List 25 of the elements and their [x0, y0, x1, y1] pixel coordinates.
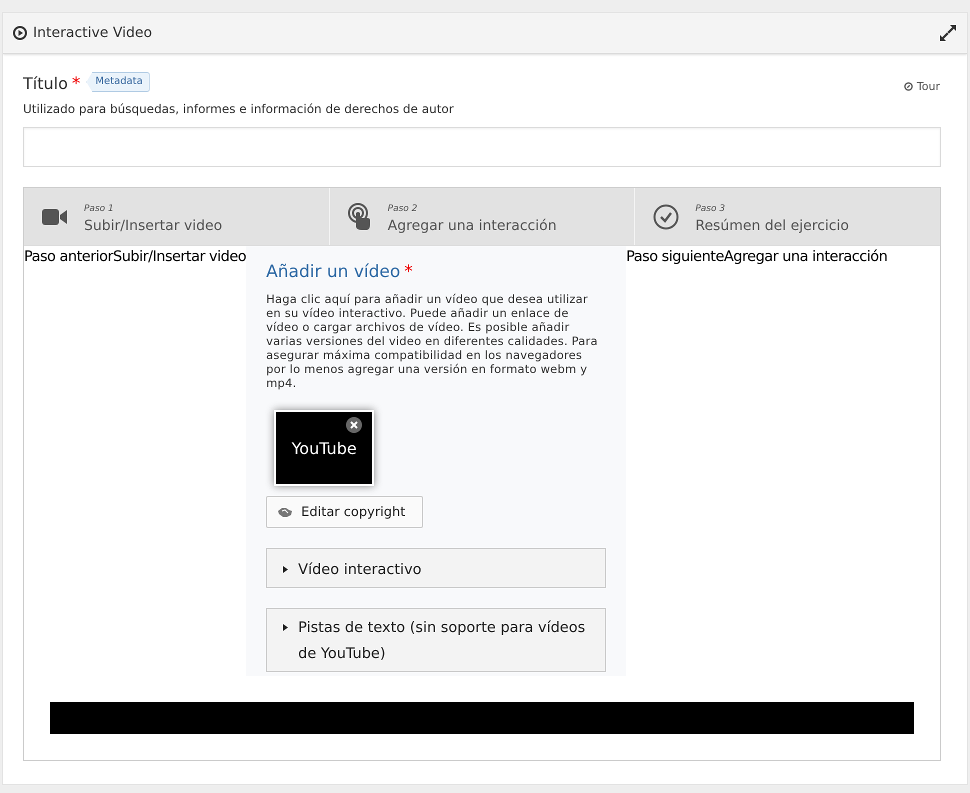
required-mark: * — [404, 262, 413, 282]
expand-icon[interactable] — [939, 24, 957, 42]
tour-button[interactable]: Tour — [904, 80, 940, 93]
video-file-thumbnail[interactable]: YouTube — [274, 410, 374, 486]
field-label: Título — [23, 74, 68, 93]
required-mark: * — [72, 74, 80, 94]
accordion-header[interactable]: Vídeo interactivo — [266, 548, 606, 588]
touch-icon — [348, 202, 372, 230]
remove-icon[interactable] — [346, 417, 362, 433]
caret-icon — [283, 624, 288, 631]
video-camera-icon — [42, 208, 68, 226]
field-description: Utilizado para búsquedas, informes e información de derechos de autor — [23, 102, 455, 116]
panel-title: Interactive Video — [33, 25, 152, 41]
section-description: Haga clic aquí para añadir un vídeo que desea utilizar en su vídeo interactivo. Puede añadir un enlace de vídeo o cargar archivos de vídeo. Es posible añadir varias versiones del video en diferentes calidades. Para asegurar máxima compatibilidad en los navegadores por lo menos agregar una versión en formato webm y mp4. — [266, 292, 599, 390]
next-step-link[interactable]: Paso siguienteAgregar una interacción — [626, 246, 888, 676]
edit-copyright-button[interactable]: Editar copyright — [266, 496, 424, 528]
section-title: Añadir un vídeo — [266, 262, 400, 282]
play-circle-icon — [13, 26, 27, 40]
compass-icon — [904, 82, 913, 91]
caret-icon — [283, 566, 288, 573]
accordion-header[interactable]: Pistas de texto (sin soporte para vídeos de YouTube) — [266, 608, 606, 672]
title-input[interactable] — [23, 127, 941, 167]
previous-step-link[interactable]: Paso anteriorSubir/Insertar video — [24, 246, 246, 676]
check-circle-icon — [653, 204, 680, 230]
metadata-tag[interactable]: Metadata — [86, 72, 150, 92]
